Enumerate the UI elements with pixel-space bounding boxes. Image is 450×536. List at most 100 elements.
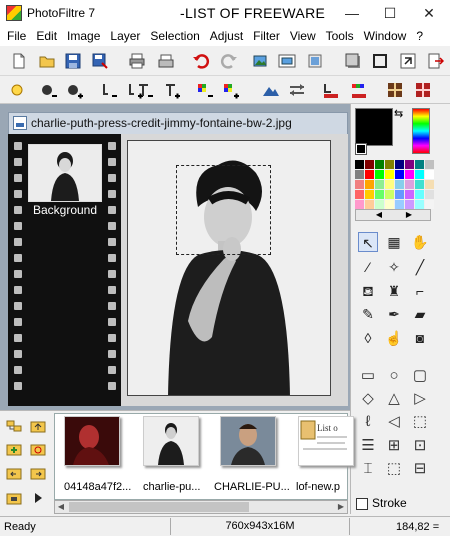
hand-tool-icon[interactable]: ✋ xyxy=(410,232,430,252)
horizontal-scrollbar[interactable]: ◀ ▶ xyxy=(54,500,348,514)
grid-red-icon[interactable] xyxy=(414,81,432,99)
folder-back-icon[interactable] xyxy=(6,465,22,481)
brightness-plus-icon[interactable] xyxy=(66,81,84,99)
palette-swatch[interactable] xyxy=(375,190,384,199)
blur-tool-icon[interactable]: ◊ xyxy=(358,328,378,348)
palette-swatch[interactable] xyxy=(425,200,434,209)
palette-swatch[interactable] xyxy=(425,180,434,189)
grid-brown-icon[interactable] xyxy=(386,81,404,99)
palette-swatch[interactable] xyxy=(395,200,404,209)
file-thumbnail[interactable] xyxy=(64,416,120,466)
exit-icon[interactable] xyxy=(426,52,444,70)
scroll-right-arrow-icon[interactable]: ▶ xyxy=(335,501,347,513)
magic-wand-tool-icon[interactable]: ✧ xyxy=(384,257,404,277)
layer-shadow-icon[interactable] xyxy=(344,52,362,70)
eyedropper-tool-icon[interactable]: ⁄ xyxy=(358,257,378,277)
mountain-landscape-icon[interactable] xyxy=(262,81,280,99)
menu-window[interactable]: Window xyxy=(359,26,412,46)
close-button[interactable]: ✕ xyxy=(410,0,448,26)
palette-swatch[interactable] xyxy=(415,180,424,189)
menu-help[interactable]: ? xyxy=(411,26,428,46)
palette-swatch[interactable] xyxy=(395,160,404,169)
palette-swatch[interactable] xyxy=(365,160,374,169)
palette-swatch[interactable] xyxy=(355,170,364,179)
menu-image[interactable]: Image xyxy=(62,26,105,46)
scanner-icon[interactable] xyxy=(157,52,175,70)
brightness-minus-icon[interactable] xyxy=(40,81,58,99)
contrast-minus-icon[interactable] xyxy=(100,81,118,99)
image-size-icon[interactable] xyxy=(252,52,270,70)
text-cursor-icon[interactable]: ⌶ xyxy=(358,459,378,479)
gamma-minus-icon[interactable] xyxy=(136,81,154,99)
menu-layer[interactable]: Layer xyxy=(105,26,145,46)
pen-tool-icon[interactable]: ✒ xyxy=(384,304,404,324)
undo-icon[interactable] xyxy=(192,52,210,70)
palette-swatch[interactable] xyxy=(405,180,414,189)
palette-swatch[interactable] xyxy=(365,200,374,209)
palette-swatch[interactable] xyxy=(385,160,394,169)
diamond-shape-icon[interactable]: ◇ xyxy=(358,389,378,409)
palette-swatch[interactable] xyxy=(415,170,424,179)
triangle-shape-icon[interactable]: △ xyxy=(384,389,404,409)
stroke-checkbox[interactable] xyxy=(356,498,368,510)
menu-adjust[interactable]: Adjust xyxy=(205,26,248,46)
palette-swatch[interactable] xyxy=(385,190,394,199)
palette-swatch[interactable] xyxy=(375,200,384,209)
file-thumbnail[interactable] xyxy=(143,416,199,466)
swap-colors-icon[interactable]: ⇆ xyxy=(394,108,406,120)
selection-marquee[interactable] xyxy=(176,165,271,255)
menu-file[interactable]: File xyxy=(2,26,31,46)
crop-icon[interactable] xyxy=(306,52,324,70)
redo-icon[interactable] xyxy=(220,52,238,70)
selection-crop-icon[interactable]: ⊡ xyxy=(410,436,430,456)
palette-next-button[interactable]: ▶ xyxy=(394,210,424,220)
palette-swatch[interactable] xyxy=(355,200,364,209)
play-triangle-shape-icon[interactable]: ▷ xyxy=(410,389,430,409)
automation-icon[interactable] xyxy=(399,52,417,70)
palette-swatch[interactable] xyxy=(405,160,414,169)
rounded-rect-shape-icon[interactable]: ▢ xyxy=(410,366,430,386)
menu-view[interactable]: View xyxy=(285,26,321,46)
canvas-size-icon[interactable] xyxy=(278,52,296,70)
palette-prev-button[interactable]: ◀ xyxy=(364,210,394,220)
file-thumbnail[interactable]: List o xyxy=(298,416,354,466)
open-folder-icon[interactable] xyxy=(38,52,56,70)
palette-swatch[interactable] xyxy=(365,190,374,199)
menu-filter[interactable]: Filter xyxy=(248,26,285,46)
palette-swatch[interactable] xyxy=(355,160,364,169)
menu-tools[interactable]: Tools xyxy=(321,26,359,46)
palette-swatch[interactable] xyxy=(385,180,394,189)
folder-forward-icon[interactable] xyxy=(30,465,46,481)
palette-swatch[interactable] xyxy=(425,170,434,179)
gamma-plus-icon[interactable] xyxy=(163,81,181,99)
folder-options-icon[interactable] xyxy=(6,490,22,506)
palette-swatch[interactable] xyxy=(375,170,384,179)
auto-color-icon[interactable] xyxy=(350,81,368,99)
save-as-icon[interactable] xyxy=(91,52,109,70)
palette-swatch[interactable] xyxy=(355,180,364,189)
expand-arrow-icon[interactable] xyxy=(30,490,46,506)
palette-swatch[interactable] xyxy=(355,190,364,199)
palette-swatch[interactable] xyxy=(425,160,434,169)
polygon-shape-icon[interactable]: ◁ xyxy=(384,412,404,432)
palette-swatch[interactable] xyxy=(395,190,404,199)
dashed-selection-icon[interactable]: ⬚ xyxy=(384,459,404,479)
palette-swatch[interactable] xyxy=(405,200,414,209)
ellipse-shape-icon[interactable]: ○ xyxy=(384,366,404,386)
default-colors-icon[interactable] xyxy=(355,143,367,155)
clone-stamp-tool-icon[interactable]: ◙ xyxy=(410,328,430,348)
auto-levels-icon[interactable] xyxy=(8,81,26,99)
selection-tool-icon[interactable]: ▦ xyxy=(384,232,404,252)
minimize-button[interactable]: — xyxy=(333,0,371,26)
brush-tool-icon[interactable]: ✎ xyxy=(358,304,378,324)
pointer-tool-icon[interactable]: ↖ xyxy=(358,232,378,252)
paint-tool-icon[interactable]: ⌐ xyxy=(410,281,430,301)
invert-selection-icon[interactable]: ⬚ xyxy=(410,412,430,432)
palette-swatch[interactable] xyxy=(365,170,374,179)
file-thumbnail[interactable] xyxy=(220,416,276,466)
line-tool-icon[interactable]: ╱ xyxy=(410,257,430,277)
palette-swatch[interactable] xyxy=(425,190,434,199)
palette-swatch[interactable] xyxy=(415,190,424,199)
scrollbar-thumb[interactable] xyxy=(69,502,249,512)
list-align-icon[interactable]: ☰ xyxy=(358,436,378,456)
